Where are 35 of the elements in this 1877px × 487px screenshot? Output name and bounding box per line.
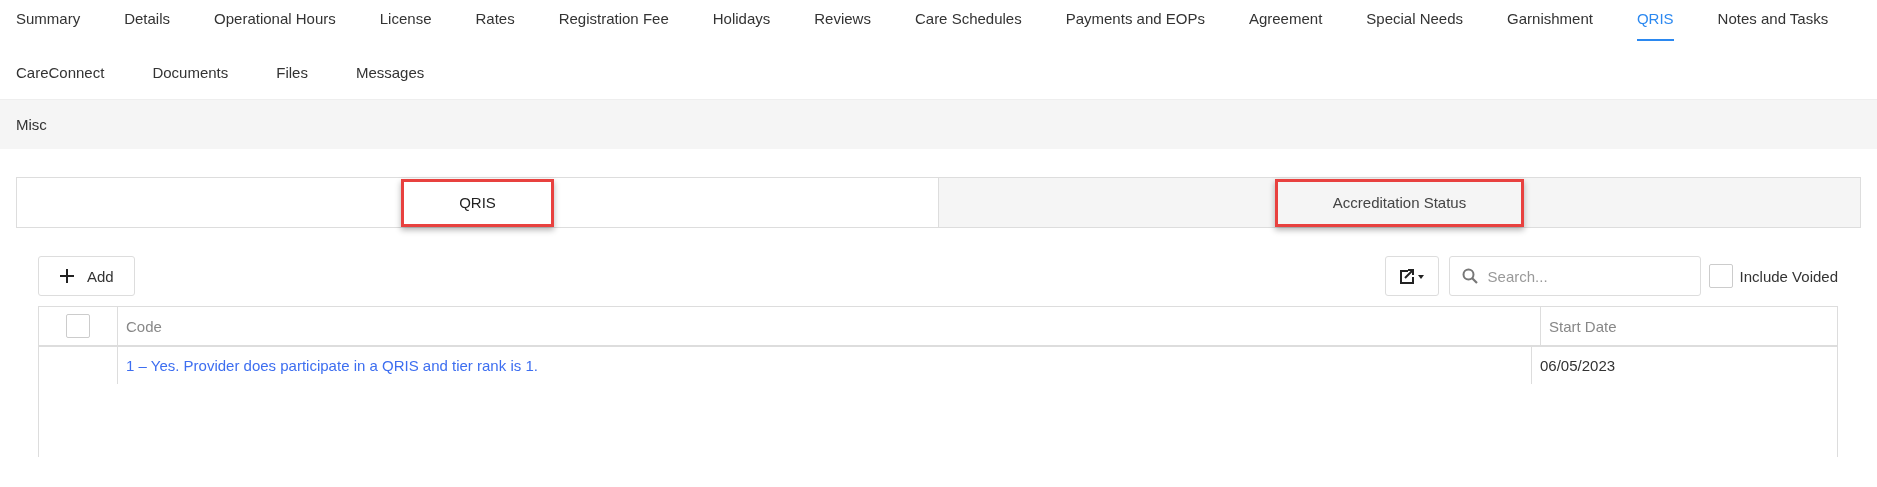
table-cell: 06/05/2023 <box>1531 347 1837 384</box>
select-all-checkbox[interactable] <box>66 314 90 338</box>
nav-tab[interactable]: Agreement <box>1248 0 1323 41</box>
column-header: Code <box>117 307 1540 345</box>
search-icon <box>1461 268 1478 284</box>
column-header: Start Date <box>1540 307 1837 345</box>
plus-icon <box>59 268 75 284</box>
include-voided-label: Include Voided <box>1739 267 1838 285</box>
code-link[interactable]: 1 – Yes. Provider does participate in a QRIS and tier rank is 1. <box>126 357 538 374</box>
nav-tab[interactable]: CareConnect <box>16 60 105 95</box>
export-icon <box>1398 268 1425 284</box>
nav-tab[interactable]: Care Schedules <box>914 0 1022 41</box>
nav-tab[interactable]: Special Needs <box>1366 0 1464 41</box>
nav-tab[interactable]: QRIS <box>1636 0 1674 41</box>
export-button[interactable] <box>1384 256 1439 296</box>
nav-tab[interactable]: Registration Fee <box>558 0 669 41</box>
nav-tab[interactable]: Garnishment <box>1507 0 1593 41</box>
nav-tab[interactable]: Reviews <box>814 0 871 41</box>
nav-tab[interactable]: Operational Hours <box>214 0 336 41</box>
nav-tab[interactable]: License <box>379 0 432 41</box>
search-field[interactable]: Search... <box>1448 256 1701 296</box>
nav-tab[interactable]: Holidays <box>712 0 771 41</box>
add-button[interactable]: Add <box>38 256 135 296</box>
nav-tab[interactable]: Details <box>124 0 171 41</box>
nav-tab[interactable]: Payments and EOPs <box>1065 0 1205 41</box>
nav-tab[interactable]: Summary <box>16 0 81 41</box>
include-voided-checkbox[interactable] <box>1708 264 1733 288</box>
nav-tab[interactable]: Files <box>276 60 308 95</box>
section-title: Misc <box>16 116 47 133</box>
nav-tab[interactable]: Rates <box>475 0 515 41</box>
nav-tab[interactable]: Documents <box>152 60 229 95</box>
sub-tab[interactable]: Accreditation Status <box>1274 178 1525 227</box>
sub-tab[interactable]: QRIS <box>401 178 554 227</box>
nav-tab[interactable]: Notes and Tasks <box>1717 0 1829 41</box>
nav-tab[interactable]: Messages <box>355 60 425 95</box>
